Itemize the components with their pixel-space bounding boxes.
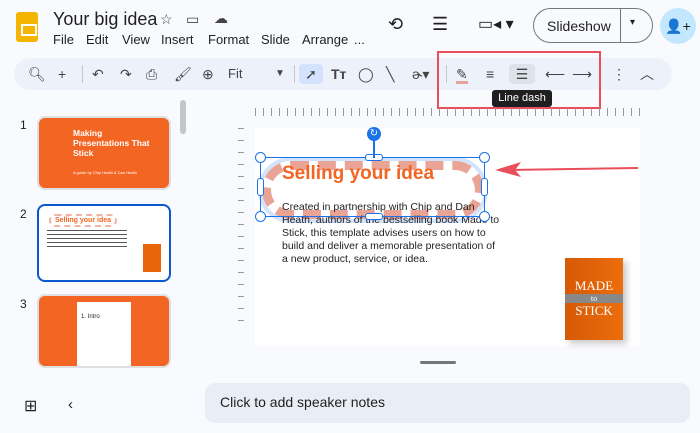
document-title[interactable]: Your big idea — [53, 9, 157, 30]
menu-arrange[interactable]: Arrange — [302, 32, 348, 47]
thumb-title: Selling your idea — [49, 214, 118, 227]
search-icon[interactable]: 🔍︎ — [28, 64, 46, 84]
notes-resize-handle[interactable] — [420, 361, 456, 364]
grid-view-icon[interactable]: ⊞ — [24, 396, 37, 416]
paint-format-icon[interactable]: 🖌︎ — [174, 64, 192, 84]
book-cover-image: MADE to STICK — [565, 258, 623, 340]
star-icon[interactable]: ☆ — [160, 11, 173, 28]
collapse-panel-icon[interactable]: ‹ — [68, 396, 73, 413]
meet-icon[interactable]: ▭◂ ▾ — [478, 14, 514, 34]
slide-number: 2 — [20, 207, 27, 221]
collapse-toolbar-icon[interactable]: ︿ — [640, 64, 654, 84]
text-box-icon[interactable]: Tт — [331, 64, 346, 84]
menu-view[interactable]: View — [122, 32, 150, 47]
print-icon[interactable]: ⎙ — [146, 64, 157, 84]
annotation-arrow-icon — [495, 162, 639, 177]
slide-thumbnail-3[interactable]: 1. Intro — [37, 294, 171, 368]
zoom-dropdown-icon[interactable]: ▼ — [275, 64, 285, 84]
version-history-icon[interactable]: ⟲ — [388, 14, 403, 35]
shape-icon[interactable]: ◯ — [358, 64, 374, 84]
slideshow-label: Slideshow — [547, 18, 611, 34]
resize-handle[interactable] — [255, 211, 266, 222]
resize-handle[interactable] — [479, 152, 490, 163]
thumb-title: Making Presentations That Stick — [73, 128, 150, 158]
thumb-title: 1. Intro — [77, 302, 131, 366]
scribble-icon[interactable]: ɚ▾ — [412, 64, 429, 84]
menu-more[interactable]: ... — [354, 32, 365, 47]
thumb-subtitle: A guide by Chip Heath & Dan Heath — [73, 170, 137, 175]
menu-slide[interactable]: Slide — [261, 32, 290, 47]
resize-handle[interactable] — [481, 178, 488, 196]
undo-icon[interactable]: ↶ — [92, 64, 104, 84]
add-icon[interactable]: + — [58, 64, 66, 84]
slide-thumbnail-2[interactable]: Selling your idea — [37, 204, 171, 282]
slide-thumbnail-1[interactable]: Making Presentations That Stick A guide … — [37, 116, 171, 190]
resize-handle[interactable] — [479, 211, 490, 222]
menu-file[interactable]: File — [53, 32, 74, 47]
slides-logo[interactable] — [16, 12, 38, 42]
slide-canvas[interactable]: Selling your idea Created in partnership… — [255, 127, 640, 346]
tooltip: Line dash — [492, 90, 552, 107]
rotate-handle-icon[interactable]: ↻ — [367, 127, 381, 141]
comments-icon[interactable]: ☰ — [432, 14, 448, 35]
move-folder-icon[interactable]: ▭ — [186, 11, 199, 28]
vertical-ruler — [238, 128, 244, 328]
cloud-saved-icon: ☁ — [214, 10, 228, 26]
select-icon[interactable]: ➚ — [299, 64, 323, 84]
menu-edit[interactable]: Edit — [86, 32, 108, 47]
speaker-notes[interactable]: Click to add speaker notes — [205, 383, 690, 423]
slide-number: 1 — [20, 118, 27, 132]
slide-number: 3 — [20, 297, 27, 311]
share-button[interactable]: 👤+ — [660, 8, 696, 44]
selection-box: ↻ — [255, 127, 490, 222]
resize-handle[interactable] — [257, 178, 264, 196]
more-options-icon[interactable]: ⋮ — [612, 64, 626, 84]
zoom-select[interactable]: Fit — [228, 64, 242, 84]
resize-handle[interactable] — [255, 152, 266, 163]
slideshow-dropdown-icon[interactable]: ▾ — [630, 17, 635, 28]
menu-format[interactable]: Format — [208, 32, 249, 47]
resize-handle[interactable] — [365, 213, 383, 220]
redo-icon[interactable]: ↷ — [120, 64, 132, 84]
line-icon[interactable]: ╲ — [386, 64, 394, 84]
zoom-icon[interactable]: ⊕ — [202, 64, 214, 84]
slideshow-button[interactable]: Slideshow ▾ — [533, 8, 653, 43]
slide-panel-scrollbar[interactable] — [180, 100, 186, 134]
horizontal-ruler — [255, 108, 640, 116]
menu-insert[interactable]: Insert — [161, 32, 194, 47]
